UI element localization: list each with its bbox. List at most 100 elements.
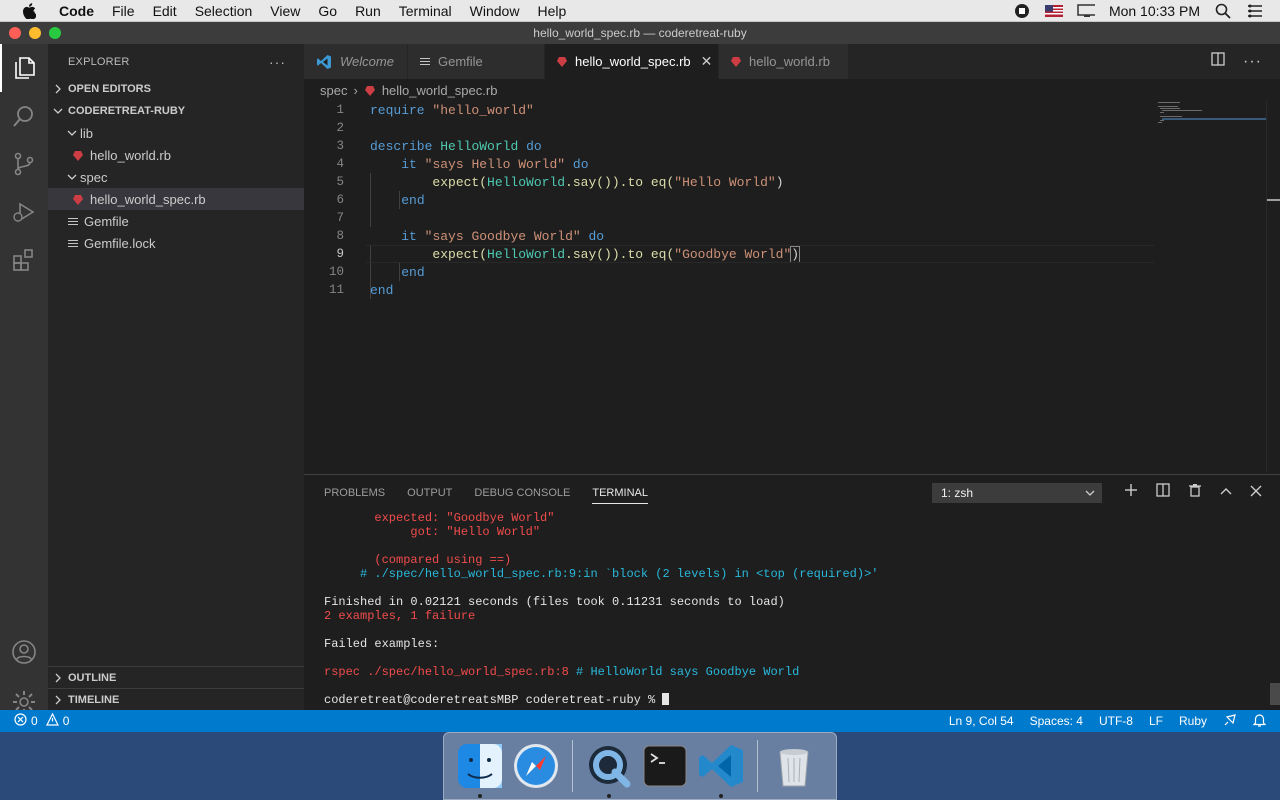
spotlight-search-icon[interactable] (1214, 2, 1232, 20)
code-editor[interactable]: 1 require "hello_world" 2 3 describe Hel… (304, 101, 1154, 481)
project-label: CODERETREAT-RUBY (68, 105, 186, 117)
open-editors-section[interactable]: OPEN EDITORS (48, 78, 304, 100)
menu-run[interactable]: Run (346, 0, 390, 22)
menu-go[interactable]: Go (309, 0, 346, 22)
file-gemfile[interactable]: Gemfile (48, 210, 304, 232)
new-terminal-icon[interactable] (1124, 483, 1138, 502)
line-number: 10 (328, 265, 344, 279)
vscode-app-icon[interactable] (696, 741, 746, 798)
split-terminal-icon[interactable] (1156, 483, 1170, 502)
menu-file[interactable]: File (103, 0, 144, 22)
finder-icon[interactable] (455, 741, 505, 798)
terminal-scrollbar[interactable] (1270, 683, 1280, 705)
tab-debug-console[interactable]: DEBUG CONSOLE (474, 487, 570, 499)
language-mode[interactable]: Ruby (1179, 714, 1207, 728)
menu-window[interactable]: Window (461, 0, 529, 22)
trash-app-icon[interactable] (769, 741, 819, 791)
warning-count: 0 (62, 714, 70, 728)
safari-icon[interactable] (511, 741, 561, 791)
ruby-file-icon (557, 56, 567, 67)
terminal-select[interactable]: 1: zsh (932, 483, 1102, 503)
more-actions-icon[interactable]: ··· (269, 54, 286, 70)
chevron-up-icon[interactable] (1220, 484, 1232, 502)
close-panel-icon[interactable] (1250, 484, 1262, 502)
encoding[interactable]: UTF-8 (1099, 714, 1133, 728)
tab-hello-world-spec[interactable]: hello_world_spec.rb ✕ (545, 44, 719, 79)
project-section[interactable]: CODERETREAT-RUBY (48, 100, 304, 122)
tab-terminal[interactable]: TERMINAL (592, 487, 648, 504)
line-ending[interactable]: LF (1149, 714, 1163, 728)
line-number: 11 (328, 283, 344, 297)
folder-spec[interactable]: spec (48, 166, 304, 188)
tab-gemfile-label: Gemfile (438, 54, 483, 69)
outline-section[interactable]: OUTLINE (48, 666, 304, 688)
code-line: 5 expect(HelloWorld.say()).to eq("Hello … (304, 173, 1154, 191)
code-line: 6 end (304, 191, 1154, 209)
feedback-icon[interactable] (1223, 713, 1237, 730)
timeline-section[interactable]: TIMELINE (48, 688, 304, 710)
terminal-output[interactable]: expected: "Goodbye World" got: "Hello Wo… (324, 511, 1270, 707)
file-gemfile-lock[interactable]: Gemfile.lock (48, 232, 304, 254)
ruby-file-icon (72, 193, 84, 205)
tab-gemfile[interactable]: Gemfile (408, 44, 545, 79)
menu-terminal[interactable]: Terminal (390, 0, 461, 22)
folder-lib[interactable]: lib (48, 122, 304, 144)
window-minimize-button[interactable] (29, 27, 41, 39)
window-maximize-button[interactable] (49, 27, 61, 39)
source-control-icon[interactable] (0, 140, 48, 188)
menu-app-code[interactable]: Code (50, 0, 103, 22)
editor-actions: ··· (1211, 44, 1280, 79)
tab-welcome[interactable]: Welcome (304, 44, 408, 79)
breadcrumb-file[interactable]: hello_world_spec.rb (382, 83, 498, 98)
line-number: 5 (336, 175, 344, 189)
problems-status[interactable]: 0 0 (0, 712, 70, 729)
code-line: 7 (304, 209, 1154, 227)
terminal-line: 2 examples, 1 failure (324, 609, 476, 623)
bell-icon[interactable] (1252, 713, 1267, 730)
code-text: end (370, 282, 394, 298)
more-actions-icon[interactable]: ··· (1243, 53, 1262, 71)
tab-problems[interactable]: PROBLEMS (324, 487, 385, 499)
line-number: 2 (336, 121, 344, 135)
menu-view[interactable]: View (261, 0, 309, 22)
menu-selection[interactable]: Selection (186, 0, 262, 22)
indentation[interactable]: Spaces: 4 (1030, 714, 1083, 728)
menubar-clock[interactable]: Mon 10:33 PM (1109, 3, 1200, 19)
editor-scrollbar[interactable] (1266, 101, 1280, 473)
file-hello-world-spec-label: hello_world_spec.rb (90, 191, 206, 207)
flag-icon[interactable] (1044, 2, 1063, 20)
file-hello-world-spec[interactable]: hello_world_spec.rb (48, 188, 304, 210)
breadcrumb-folder[interactable]: spec (320, 83, 347, 98)
menu-edit[interactable]: Edit (144, 0, 186, 22)
quicktime-icon[interactable] (584, 741, 634, 798)
code-text: it "says Goodbye World" do (401, 228, 605, 244)
tab-hello-world-label: hello_world.rb (749, 54, 830, 69)
explorer-icon[interactable] (0, 44, 48, 92)
file-gemfile-label: Gemfile (84, 213, 129, 229)
tab-hello-world[interactable]: hello_world.rb (719, 44, 849, 79)
screen-record-icon[interactable] (1013, 2, 1031, 20)
code-line: 2 (304, 119, 1154, 137)
minimap[interactable] (1154, 101, 1266, 141)
terminal-app-icon[interactable] (640, 741, 690, 791)
window-close-button[interactable] (9, 27, 21, 39)
display-icon[interactable] (1077, 2, 1095, 20)
chevron-down-icon (64, 173, 80, 181)
window-titlebar: hello_world_spec.rb — coderetreat-ruby (0, 22, 1280, 44)
apple-icon[interactable] (18, 0, 40, 22)
run-debug-icon[interactable] (0, 188, 48, 236)
menu-help[interactable]: Help (528, 0, 575, 22)
search-icon[interactable] (0, 92, 48, 140)
extensions-icon[interactable] (0, 236, 48, 284)
tab-close-icon[interactable]: ✕ (701, 53, 713, 70)
control-center-icon[interactable] (1246, 2, 1264, 20)
trash-icon[interactable] (1188, 483, 1202, 502)
split-editor-icon[interactable] (1211, 52, 1225, 71)
file-hello-world[interactable]: hello_world.rb (48, 144, 304, 166)
accounts-icon[interactable] (0, 628, 48, 676)
code-text: expect(HelloWorld.say()).to eq("Hello Wo… (432, 174, 784, 190)
tab-output[interactable]: OUTPUT (407, 487, 452, 499)
code-text: end (401, 192, 425, 208)
cursor-position[interactable]: Ln 9, Col 54 (949, 714, 1014, 728)
